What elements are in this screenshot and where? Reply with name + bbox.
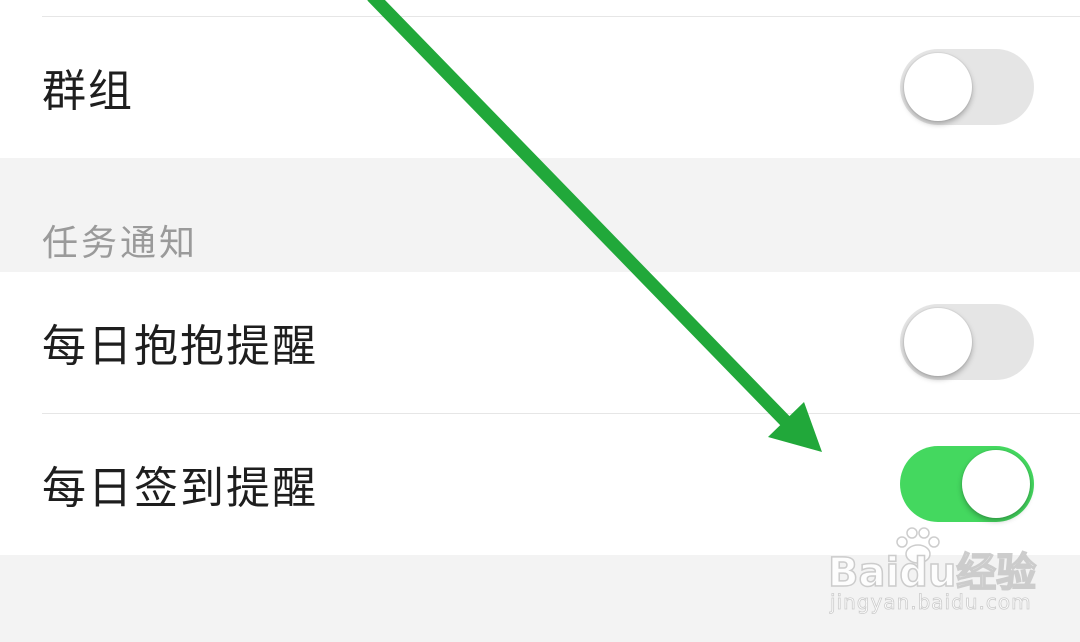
daily-hug-toggle[interactable] <box>900 304 1034 380</box>
settings-panel-tasks: 每日抱抱提醒 每日签到提醒 <box>0 272 1080 555</box>
row-label: 每日签到提醒 <box>42 463 318 514</box>
toggle-knob <box>962 450 1030 518</box>
settings-panel-top: 群组 <box>0 0 1080 158</box>
settings-row-daily-hug[interactable]: 每日抱抱提醒 <box>0 272 1080 412</box>
group-toggle[interactable] <box>900 49 1034 125</box>
daily-checkin-toggle[interactable] <box>900 446 1034 522</box>
section-header: 任务通知 <box>42 223 199 264</box>
settings-row-daily-checkin[interactable]: 每日签到提醒 <box>0 414 1080 554</box>
settings-row-group[interactable]: 群组 <box>0 17 1080 157</box>
toggle-knob <box>904 308 972 376</box>
toggle-knob <box>904 53 972 121</box>
row-label: 每日抱抱提醒 <box>42 321 318 372</box>
row-label: 群组 <box>42 66 134 117</box>
watermark-url: jingyan.baidu.com <box>830 590 1032 615</box>
